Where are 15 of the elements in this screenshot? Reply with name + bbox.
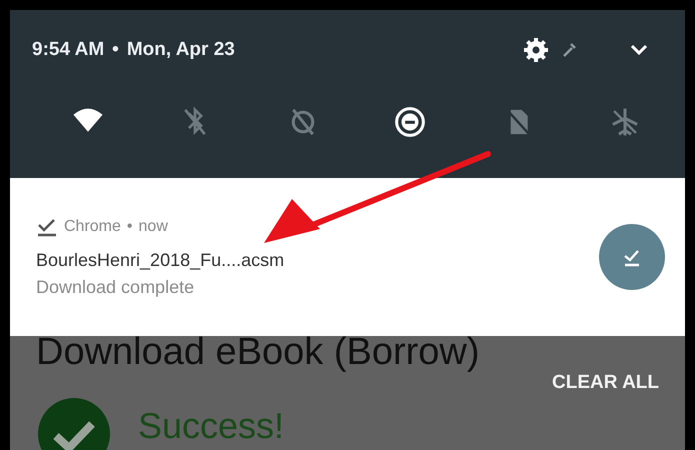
time-text: 9:54 AM <box>32 39 104 61</box>
dnd-icon <box>393 105 428 139</box>
notification-text: Download complete <box>36 277 196 298</box>
notification-title: BourlesHenri_2018_Fu....acsm <box>36 250 286 271</box>
notification-time: now <box>138 218 168 236</box>
page-heading: Download eBook (Borrow) <box>36 336 481 372</box>
date-text: Mon, Apr 23 <box>126 39 235 61</box>
separator-dot: • <box>112 39 119 61</box>
download-done-icon <box>36 216 58 238</box>
separator-dot: • <box>126 218 133 236</box>
app-name: Chrome <box>64 218 121 236</box>
success-text: Success! <box>138 405 284 447</box>
chevron-down-icon[interactable] <box>629 43 649 57</box>
success-check-icon <box>36 396 112 450</box>
clear-all-button[interactable]: CLEAR ALL <box>552 372 659 394</box>
